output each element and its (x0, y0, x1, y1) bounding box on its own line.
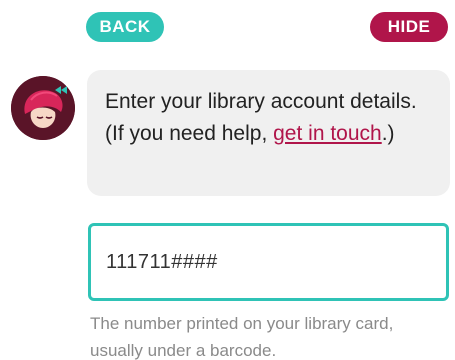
library-signin-screen: BACK HIDE Enter your library account det… (0, 0, 455, 360)
card-number-helper-text: The number printed on your library card,… (90, 314, 394, 360)
avatar-illustration (11, 76, 75, 140)
card-number-input[interactable] (106, 250, 426, 274)
message-bubble: Enter your library account details. (If … (87, 70, 450, 196)
back-button[interactable]: BACK (86, 12, 164, 42)
card-number-field[interactable] (88, 223, 449, 301)
get-in-touch-link[interactable]: get in touch (273, 122, 382, 145)
libby-avatar-icon (11, 76, 75, 140)
message-text-end: .) (381, 122, 395, 145)
hide-button[interactable]: HIDE (370, 12, 448, 42)
